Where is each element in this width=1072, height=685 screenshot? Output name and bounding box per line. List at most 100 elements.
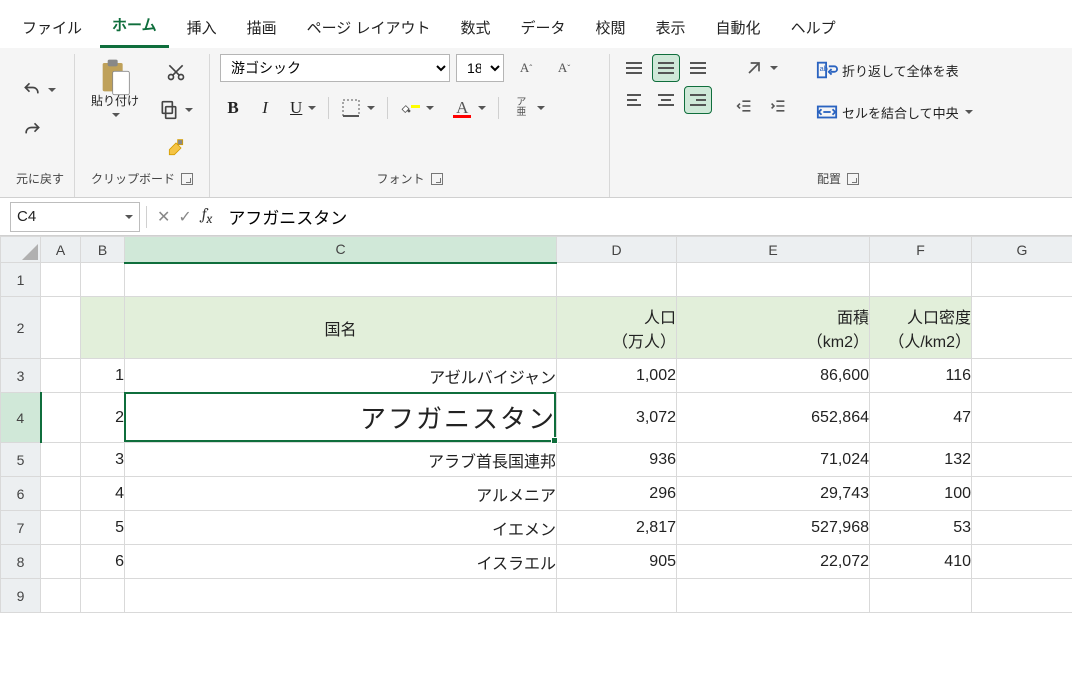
format-painter-button[interactable] <box>160 134 192 162</box>
menu-page-layout[interactable]: ページ レイアウト <box>295 11 443 48</box>
align-left-button[interactable] <box>620 86 648 114</box>
cell-B1[interactable] <box>81 263 125 297</box>
cell-D7[interactable]: 2,817 <box>557 511 677 545</box>
menu-draw[interactable]: 描画 <box>235 11 289 48</box>
cell-C8[interactable]: イスラエル <box>125 545 557 579</box>
cell-A6[interactable] <box>41 477 81 511</box>
row-header-6[interactable]: 6 <box>1 477 41 511</box>
fill-color-button[interactable] <box>394 94 440 122</box>
menu-file[interactable]: ファイル <box>10 11 94 48</box>
phonetic-button[interactable]: ア 亜 <box>505 94 551 122</box>
cell-C9[interactable] <box>125 579 557 613</box>
cell-D5[interactable]: 936 <box>557 443 677 477</box>
col-header-A[interactable]: A <box>41 237 81 263</box>
align-top-button[interactable] <box>620 54 648 82</box>
cell-F4[interactable]: 47 <box>870 393 972 443</box>
fx-icon[interactable]: fx <box>200 205 221 227</box>
cell-G8[interactable] <box>972 545 1072 579</box>
cell-E6[interactable]: 29,743 <box>677 477 870 511</box>
col-header-G[interactable]: G <box>972 237 1072 263</box>
cell-B5[interactable]: 3 <box>81 443 125 477</box>
align-middle-button[interactable] <box>652 54 680 82</box>
cell-A3[interactable] <box>41 359 81 393</box>
cell-E3[interactable]: 86,600 <box>677 359 870 393</box>
align-bottom-button[interactable] <box>684 54 712 82</box>
cell-D9[interactable] <box>557 579 677 613</box>
cell-E7[interactable]: 527,968 <box>677 511 870 545</box>
cell-F6[interactable]: 100 <box>870 477 972 511</box>
menu-home[interactable]: ホーム <box>100 8 169 48</box>
menu-automate[interactable]: 自動化 <box>704 11 773 48</box>
font-size-select[interactable]: 18 <box>456 54 504 82</box>
grow-font-button[interactable]: Aˆ <box>510 54 542 82</box>
cell-G6[interactable] <box>972 477 1072 511</box>
underline-button[interactable]: U <box>284 94 322 122</box>
row-header-2[interactable]: 2 <box>1 297 41 359</box>
grid[interactable]: A B C D E F G 1 2 国名 人口 （万人） 面積 （km2） <box>0 236 1072 613</box>
cell-C1[interactable] <box>125 263 557 297</box>
redo-button[interactable] <box>16 116 48 144</box>
cell-D4[interactable]: 3,072 <box>557 393 677 443</box>
row-header-8[interactable]: 8 <box>1 545 41 579</box>
cell-B4[interactable]: 2 <box>81 393 125 443</box>
col-header-D[interactable]: D <box>557 237 677 263</box>
cancel-formula-button[interactable]: ✕ <box>157 207 170 227</box>
row-header-4[interactable]: 4 <box>1 393 41 443</box>
cell-E5[interactable]: 71,024 <box>677 443 870 477</box>
merge-center-button[interactable]: セルを結合して中央 <box>810 96 979 128</box>
cell-F9[interactable] <box>870 579 972 613</box>
cell-G7[interactable] <box>972 511 1072 545</box>
copy-button[interactable] <box>153 96 199 124</box>
cell-G3[interactable] <box>972 359 1072 393</box>
font-launcher[interactable] <box>431 173 443 185</box>
cell-F7[interactable]: 53 <box>870 511 972 545</box>
cell-B6[interactable]: 4 <box>81 477 125 511</box>
cell-G1[interactable] <box>972 263 1072 297</box>
cell-B8[interactable]: 6 <box>81 545 125 579</box>
align-center-button[interactable] <box>652 86 680 114</box>
cell-E8[interactable]: 22,072 <box>677 545 870 579</box>
col-header-F[interactable]: F <box>870 237 972 263</box>
cell-A5[interactable] <box>41 443 81 477</box>
cell-G4[interactable] <box>972 393 1072 443</box>
cut-button[interactable] <box>160 58 192 86</box>
menu-help[interactable]: ヘルプ <box>779 11 848 48</box>
font-color-button[interactable]: A <box>446 94 492 122</box>
cell-G2[interactable] <box>972 297 1072 359</box>
cell-D1[interactable] <box>557 263 677 297</box>
cell-D3[interactable]: 1,002 <box>557 359 677 393</box>
cell-F5[interactable]: 132 <box>870 443 972 477</box>
dec-indent-button[interactable] <box>730 92 758 120</box>
menu-insert[interactable]: 挿入 <box>175 11 229 48</box>
inc-indent-button[interactable] <box>764 92 792 120</box>
cell-B9[interactable] <box>81 579 125 613</box>
orientation-button[interactable] <box>738 54 784 82</box>
cell-F3[interactable]: 116 <box>870 359 972 393</box>
col-header-C[interactable]: C <box>125 237 557 263</box>
cell-E9[interactable] <box>677 579 870 613</box>
worksheet[interactable]: A B C D E F G 1 2 国名 人口 （万人） 面積 （km2） <box>0 236 1072 613</box>
undo-button[interactable] <box>16 76 62 104</box>
menu-formulas[interactable]: 数式 <box>448 11 502 48</box>
clipboard-launcher[interactable] <box>181 173 193 185</box>
cell-A8[interactable] <box>41 545 81 579</box>
cell-C7[interactable]: イエメン <box>125 511 557 545</box>
row-header-9[interactable]: 9 <box>1 579 41 613</box>
wrap-text-button[interactable]: ab 折り返して全体を表 <box>810 54 965 86</box>
cell-A2[interactable] <box>41 297 81 359</box>
font-name-select[interactable]: 游ゴシック <box>220 54 450 82</box>
row-header-5[interactable]: 5 <box>1 443 41 477</box>
cell-E2[interactable]: 面積 （km2） <box>677 297 870 359</box>
formula-input[interactable] <box>220 203 1072 231</box>
col-header-E[interactable]: E <box>677 237 870 263</box>
cell-G9[interactable] <box>972 579 1072 613</box>
cell-D6[interactable]: 296 <box>557 477 677 511</box>
name-box[interactable]: C4 <box>10 202 140 232</box>
cell-A1[interactable] <box>41 263 81 297</box>
accept-formula-button[interactable]: ✓ <box>178 207 191 227</box>
cell-C3[interactable]: アゼルバイジャン <box>125 359 557 393</box>
row-header-7[interactable]: 7 <box>1 511 41 545</box>
bold-button[interactable]: B <box>220 94 246 122</box>
cell-D8[interactable]: 905 <box>557 545 677 579</box>
row-header-1[interactable]: 1 <box>1 263 41 297</box>
